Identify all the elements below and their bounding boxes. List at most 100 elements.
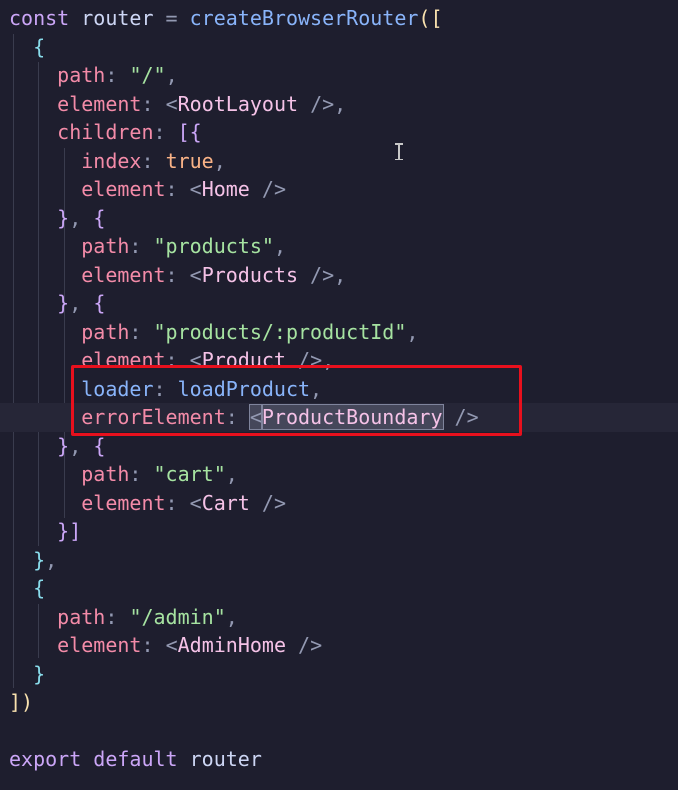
open-brace: { [93, 205, 106, 230]
text-cursor-icon [395, 143, 403, 160]
colon: : [129, 462, 154, 486]
colon: : [153, 120, 178, 144]
code-line-24[interactable]: } [0, 660, 678, 689]
code-line-3[interactable]: path: "/", [0, 61, 678, 90]
comma: , [406, 319, 419, 344]
comma: , [334, 262, 347, 287]
close-bracket: }] [57, 519, 82, 543]
property-key: element [57, 91, 142, 116]
comma: , [273, 234, 286, 258]
separator: , [69, 291, 94, 315]
open-brace: { [33, 576, 46, 600]
code-line-23[interactable]: element: <AdminHome /> [0, 631, 678, 660]
code-line-9[interactable]: path: "products", [0, 232, 678, 261]
code-editor[interactable]: const router = createBrowserRouter([ { p… [0, 0, 678, 790]
jsx-self-close: /> [249, 177, 286, 201]
code-line-7[interactable]: element: <Home /> [0, 175, 678, 204]
jsx-open-angle: < [165, 91, 178, 116]
colon: : [129, 319, 154, 344]
comma: , [334, 91, 347, 116]
comma: , [225, 604, 238, 629]
code-line-1[interactable]: const router = createBrowserRouter([ [0, 4, 678, 33]
jsx-open-angle: < [189, 490, 202, 515]
code-line-17[interactable]: path: "cart", [0, 460, 678, 489]
close-brace: } [57, 205, 70, 230]
jsx-open-angle: < [165, 633, 178, 657]
comma: , [45, 547, 58, 572]
property-key: path [81, 462, 130, 486]
open-brace: { [93, 291, 106, 315]
close-bracket: ]) [9, 690, 34, 714]
open-brace: { [33, 34, 46, 59]
jsx-self-close: /> [298, 91, 335, 116]
property-key: path [57, 63, 106, 87]
code-line-4[interactable]: element: <RootLayout />, [0, 90, 678, 119]
separator: , [69, 205, 94, 230]
code-line-25[interactable]: ]) [0, 688, 678, 717]
property-key: path [81, 319, 130, 344]
colon: : [105, 63, 130, 87]
string-value: "products/:productId" [153, 319, 407, 344]
jsx-component-name: AdminHome [177, 633, 286, 657]
code-line-2[interactable]: { [0, 33, 678, 62]
operator-equals: = [153, 6, 190, 30]
colon: : [105, 604, 130, 629]
code-line-5[interactable]: children: [{ [0, 118, 678, 147]
close-brace: } [57, 291, 70, 315]
code-line-27[interactable]: export default router [0, 745, 678, 774]
boolean-value: true [165, 148, 214, 173]
comma: , [213, 148, 226, 173]
highlight-annotation-box [71, 365, 522, 436]
string-value: "/admin" [129, 604, 226, 629]
jsx-component-name: RootLayout [177, 91, 299, 116]
code-line-8[interactable]: }, { [0, 204, 678, 233]
keyword-default: default [93, 747, 178, 771]
comma: , [225, 462, 238, 486]
open-bracket: ([ [418, 6, 443, 30]
jsx-self-close: /> [285, 633, 323, 657]
colon: : [141, 633, 166, 657]
jsx-self-close: /> [298, 262, 335, 287]
jsx-component-name: Products [201, 262, 299, 287]
property-key: path [81, 234, 130, 258]
code-line-19[interactable]: }] [0, 517, 678, 546]
colon: : [141, 148, 166, 173]
string-value: "products" [153, 234, 274, 258]
jsx-open-angle: < [189, 177, 202, 201]
property-key: children [57, 120, 154, 144]
property-key: element [81, 490, 166, 515]
colon: : [165, 177, 190, 201]
code-line-10[interactable]: element: <Products />, [0, 261, 678, 290]
jsx-component-name: Cart [201, 490, 250, 515]
code-line-6[interactable]: index: true, [0, 147, 678, 176]
close-brace: } [57, 433, 70, 458]
keyword-export: export [9, 747, 82, 771]
identifier-router: router [81, 6, 154, 30]
property-key: path [57, 604, 106, 629]
identifier-router: router [189, 747, 262, 771]
code-line-21[interactable]: { [0, 574, 678, 603]
code-line-11[interactable]: }, { [0, 289, 678, 318]
close-brace: } [33, 661, 46, 686]
keyword-const: const [9, 6, 70, 30]
separator: , [69, 433, 94, 458]
property-key: element [57, 633, 142, 657]
function-name: createBrowserRouter [189, 6, 419, 30]
close-brace: } [33, 547, 46, 572]
colon: : [165, 262, 190, 287]
colon: : [141, 91, 166, 116]
property-key: index [81, 148, 142, 173]
jsx-open-angle: < [189, 262, 202, 287]
code-line-12[interactable]: path: "products/:productId", [0, 318, 678, 347]
colon: : [165, 490, 190, 515]
open-brace: { [93, 433, 106, 458]
code-line-20[interactable]: }, [0, 546, 678, 575]
string-value: "cart" [153, 462, 226, 486]
jsx-component-name: Home [201, 177, 250, 201]
property-key: element [81, 177, 166, 201]
string-value: "/" [129, 63, 166, 87]
jsx-self-close: /> [249, 490, 286, 515]
code-line-22[interactable]: path: "/admin", [0, 603, 678, 632]
open-bracket: [{ [177, 120, 202, 144]
code-line-18[interactable]: element: <Cart /> [0, 489, 678, 518]
